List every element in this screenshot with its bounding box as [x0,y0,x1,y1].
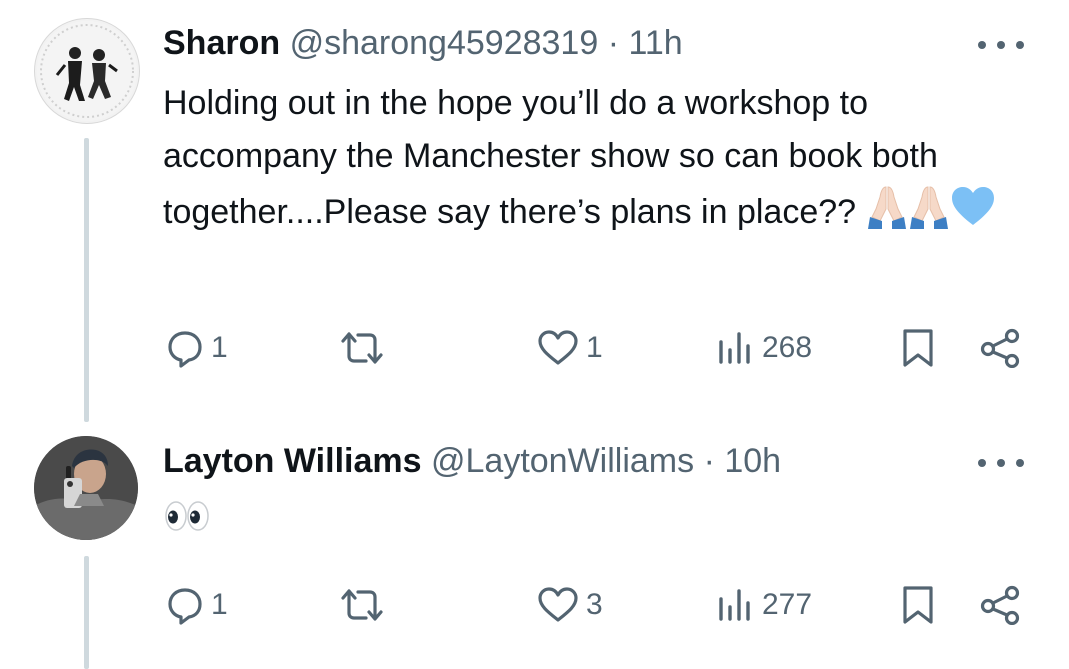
avatar-image [34,436,138,540]
user-handle[interactable]: @sharong45928319 [290,24,599,62]
light-blue-heart-emoji [950,185,996,243]
timestamp[interactable]: 11h [628,24,682,62]
display-name[interactable]: Layton Williams [163,442,422,480]
views-button[interactable]: 268 [716,323,812,373]
bookmark-icon [903,329,933,367]
reply-button[interactable]: 1 [165,323,228,373]
retweet-button[interactable] [340,580,390,630]
tweet-text [163,496,1043,552]
reply-icon [168,588,202,625]
views-button[interactable]: 277 [716,580,812,630]
avatar-image [37,21,137,121]
eyes-emoji [163,496,211,552]
share-button[interactable] [980,323,1022,373]
bookmark-button[interactable] [900,580,936,630]
avatar[interactable] [34,436,138,540]
share-button[interactable] [980,580,1022,630]
more-icon[interactable] [978,456,1024,470]
tweet-text-content: Holding out in the hope you’ll do a work… [163,84,938,231]
separator: · [607,24,620,62]
more-icon[interactable] [978,38,1024,52]
tweet-sharon[interactable]: Sharon @sharong45928319 · 11h Holding ou… [0,0,1069,420]
heart-icon [538,587,578,622]
reply-count: 1 [211,331,228,364]
retweet-icon [341,589,383,621]
folded-hands-emoji [866,183,908,245]
timestamp[interactable]: 10h [724,442,781,480]
bookmark-button[interactable] [900,323,936,373]
tweet-text: Holding out in the hope you’ll do a work… [163,77,1043,245]
tweet-header: Sharon @sharong45928319 · 11h [163,23,683,63]
reply-count: 1 [211,588,228,621]
like-button[interactable]: 1 [536,323,603,373]
share-icon [980,328,1020,368]
views-count: 277 [762,588,813,621]
user-handle[interactable]: @LaytonWilliams [431,442,694,480]
like-count: 1 [586,331,603,364]
share-icon [980,585,1020,625]
reply-icon [168,331,202,368]
bookmark-icon [903,586,933,624]
like-button[interactable]: 3 [536,580,603,630]
views-icon [719,589,750,621]
avatar[interactable] [34,18,140,124]
tweet-actions: 1 1 268 [0,323,1069,373]
like-count: 3 [586,588,603,621]
heart-icon [538,330,578,365]
retweet-icon [341,332,383,364]
display-name[interactable]: Sharon [163,24,280,62]
tweet-header: Layton Williams @LaytonWilliams · 10h [163,441,781,481]
retweet-button[interactable] [340,323,390,373]
tweet-layton-williams[interactable]: Layton Williams @LaytonWilliams · 10h 1 [0,420,1069,669]
tweet-actions: 1 3 277 [0,580,1069,630]
folded-hands-emoji [908,183,950,245]
views-count: 268 [762,331,813,364]
views-icon [719,332,750,364]
reply-button[interactable]: 1 [165,580,228,630]
separator: · [703,442,715,480]
